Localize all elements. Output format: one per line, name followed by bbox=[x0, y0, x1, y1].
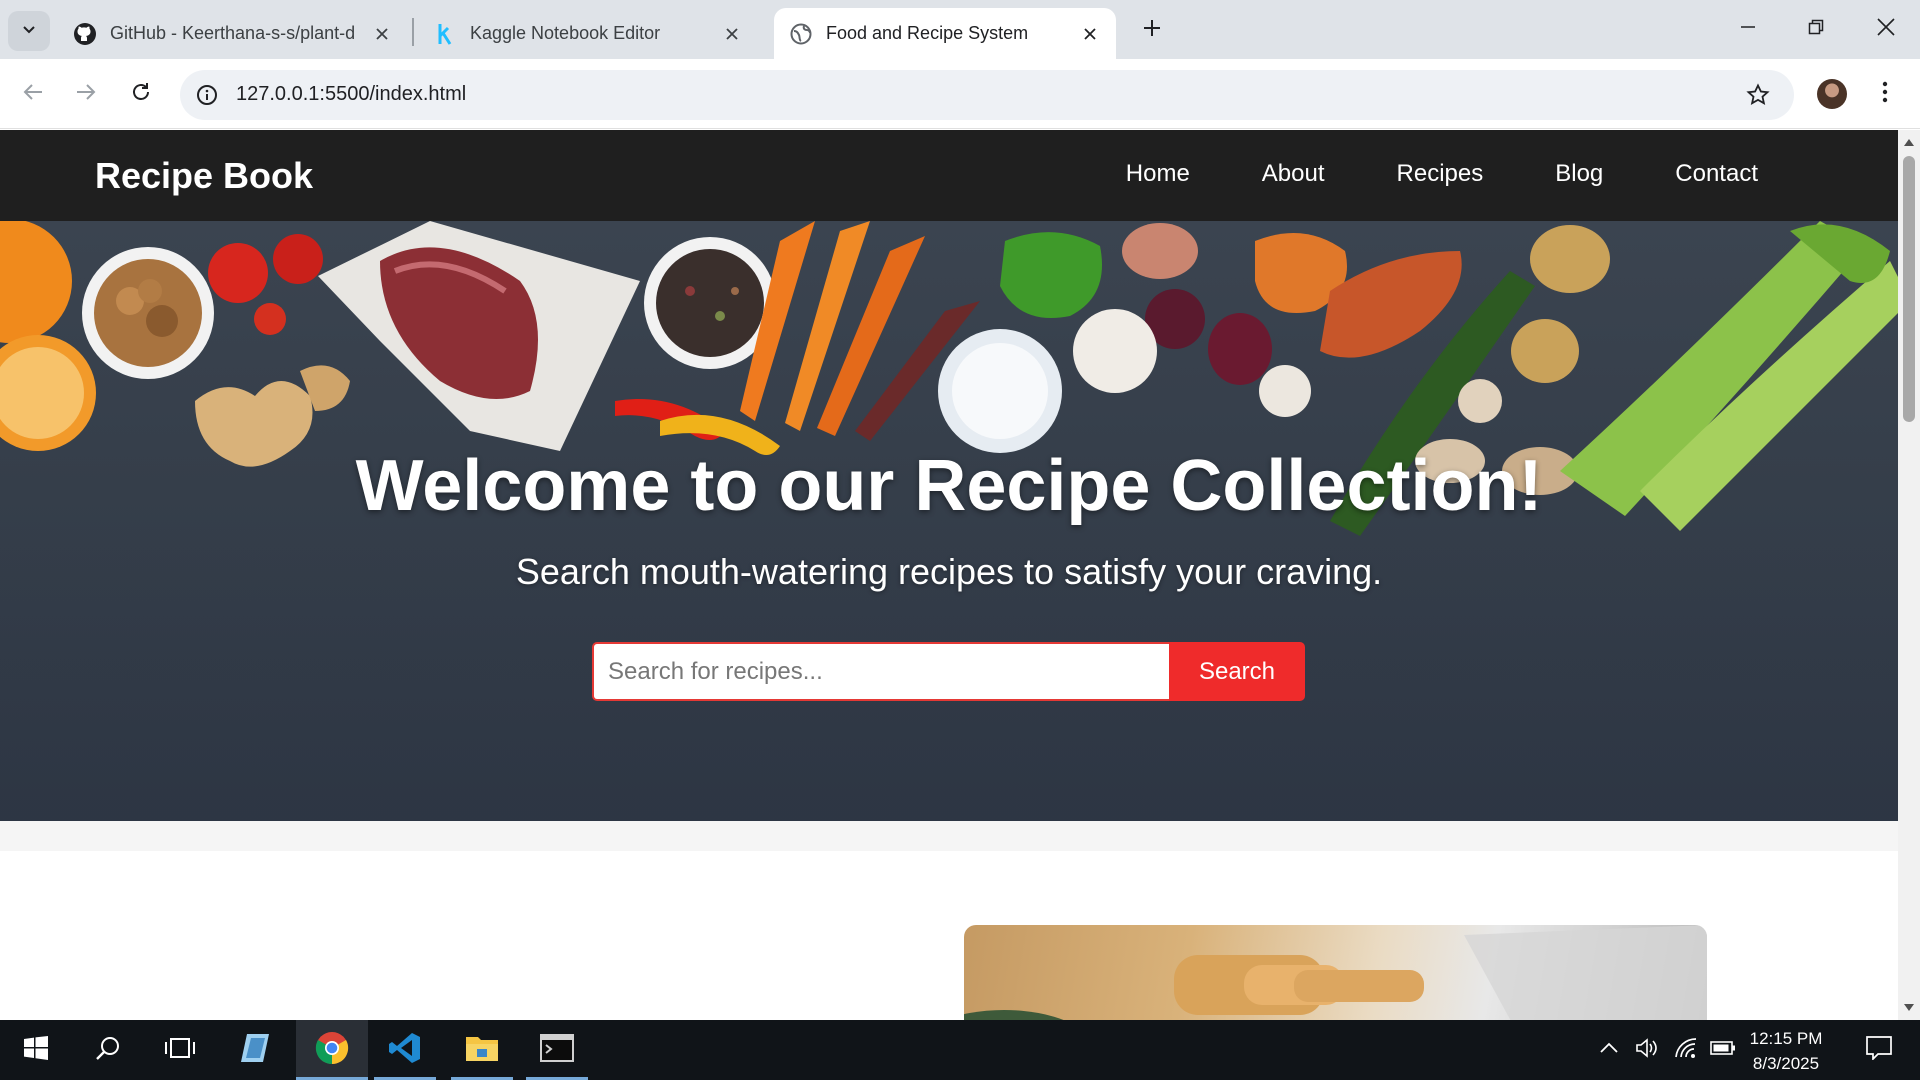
search-button[interactable]: Search bbox=[1169, 642, 1305, 701]
notification-icon bbox=[1866, 1035, 1892, 1065]
windows-taskbar: 12:15 PM 8/3/2025 bbox=[0, 1020, 1920, 1080]
show-hidden-icons[interactable] bbox=[1596, 1020, 1622, 1080]
windows-start-icon bbox=[23, 1035, 49, 1066]
nav-link-recipes[interactable]: Recipes bbox=[1397, 160, 1484, 188]
close-icon[interactable] bbox=[370, 22, 394, 46]
taskbar-file-explorer[interactable] bbox=[451, 1020, 513, 1080]
address-bar[interactable]: 127.0.0.1:5500/index.html bbox=[180, 70, 1794, 120]
kaggle-icon bbox=[432, 21, 458, 47]
site-navbar: Recipe Book Home About Recipes Blog Cont… bbox=[0, 130, 1898, 221]
nav-link-blog[interactable]: Blog bbox=[1555, 160, 1603, 188]
hero-title: Welcome to our Recipe Collection! bbox=[355, 446, 1543, 526]
volume-icon bbox=[1635, 1037, 1659, 1064]
reload-button[interactable] bbox=[121, 74, 161, 114]
restore-icon bbox=[1808, 19, 1824, 40]
tab-kaggle[interactable]: Kaggle Notebook Editor bbox=[418, 8, 758, 59]
terminal-icon bbox=[540, 1033, 574, 1067]
chevron-down-icon bbox=[21, 21, 37, 42]
browser-toolbar: 127.0.0.1:5500/index.html bbox=[0, 59, 1920, 129]
recipe-search-form: Search bbox=[592, 642, 1305, 701]
tab-title: Food and Recipe System bbox=[826, 23, 1029, 43]
more-vert-icon bbox=[1882, 81, 1888, 108]
forward-button[interactable] bbox=[66, 74, 106, 114]
tab-title: GitHub - Keerthana-s-s/plant-d bbox=[110, 23, 356, 43]
reload-icon bbox=[130, 81, 152, 108]
globe-icon bbox=[788, 21, 814, 47]
wifi-icon bbox=[1674, 1037, 1698, 1064]
arrow-right-icon bbox=[75, 81, 97, 108]
tab-github[interactable]: GitHub - Keerthana-s-s/plant-d bbox=[58, 8, 408, 59]
scroll-down-icon[interactable] bbox=[1903, 1002, 1915, 1014]
task-view-icon bbox=[164, 1036, 196, 1065]
close-window-button[interactable] bbox=[1852, 0, 1920, 59]
taskbar-vscode[interactable] bbox=[374, 1020, 436, 1080]
github-icon bbox=[72, 21, 98, 47]
minimize-button[interactable] bbox=[1714, 0, 1782, 59]
tab-food-recipe[interactable]: Food and Recipe System bbox=[774, 8, 1116, 59]
new-tab-button[interactable] bbox=[1132, 10, 1172, 50]
site-logo[interactable]: Recipe Book bbox=[95, 155, 313, 197]
recipe-card-image bbox=[964, 925, 1707, 1020]
tab-separator bbox=[412, 18, 414, 46]
taskbar-terminal[interactable] bbox=[526, 1020, 588, 1080]
arrow-left-icon bbox=[22, 81, 44, 108]
app-icon bbox=[239, 1032, 271, 1069]
file-explorer-icon bbox=[465, 1033, 499, 1068]
close-icon[interactable] bbox=[1078, 22, 1102, 46]
chrome-icon bbox=[315, 1031, 349, 1070]
bookmark-star-icon[interactable] bbox=[1744, 81, 1772, 109]
url-text: 127.0.0.1:5500/index.html bbox=[236, 83, 467, 105]
page-scrollbar[interactable] bbox=[1898, 130, 1920, 1020]
site-nav-links: Home About Recipes Blog Contact bbox=[1054, 160, 1758, 188]
taskbar-app-pinned[interactable] bbox=[224, 1020, 286, 1080]
tab-search-button[interactable] bbox=[8, 11, 50, 51]
clock-date: 8/3/2025 bbox=[1752, 1054, 1820, 1073]
network-button[interactable] bbox=[1670, 1020, 1702, 1080]
taskbar-chrome[interactable] bbox=[296, 1020, 368, 1080]
minimize-icon bbox=[1740, 19, 1756, 40]
close-icon[interactable] bbox=[720, 22, 744, 46]
start-button[interactable] bbox=[5, 1020, 67, 1080]
taskbar-search-button[interactable] bbox=[77, 1020, 139, 1080]
restore-button[interactable] bbox=[1782, 0, 1850, 59]
hero-section: Welcome to our Recipe Collection! Search… bbox=[0, 221, 1898, 821]
volume-button[interactable] bbox=[1632, 1020, 1662, 1080]
search-icon bbox=[95, 1035, 121, 1066]
browser-menu-button[interactable] bbox=[1870, 74, 1900, 114]
nav-link-about[interactable]: About bbox=[1262, 160, 1325, 188]
section-divider bbox=[0, 821, 1898, 851]
scroll-thumb[interactable] bbox=[1903, 156, 1915, 422]
battery-icon bbox=[1710, 1040, 1736, 1060]
profile-avatar[interactable] bbox=[1817, 79, 1847, 109]
page-viewport: Recipe Book Home About Recipes Blog Cont… bbox=[0, 130, 1898, 1020]
recipe-search-input[interactable] bbox=[592, 642, 1169, 701]
chevron-up-icon bbox=[1600, 1041, 1618, 1059]
hero-subtitle: Search mouth-watering recipes to satisfy… bbox=[515, 551, 1383, 592]
vscode-icon bbox=[388, 1031, 422, 1070]
clock-time: 12:15 PM bbox=[1749, 1029, 1823, 1048]
scroll-up-icon[interactable] bbox=[1903, 136, 1915, 148]
task-view-button[interactable] bbox=[149, 1020, 211, 1080]
notification-center-button[interactable] bbox=[1854, 1020, 1904, 1080]
taskbar-clock[interactable]: 12:15 PM 8/3/2025 bbox=[1738, 1026, 1834, 1076]
back-button[interactable] bbox=[13, 74, 53, 114]
plus-icon bbox=[1142, 18, 1162, 43]
nav-link-contact[interactable]: Contact bbox=[1675, 160, 1758, 188]
nav-link-home[interactable]: Home bbox=[1126, 160, 1190, 188]
browser-tab-strip: GitHub - Keerthana-s-s/plant-d Kaggle No… bbox=[0, 0, 1920, 59]
tab-title: Kaggle Notebook Editor bbox=[470, 23, 661, 43]
info-icon[interactable] bbox=[194, 82, 220, 108]
close-icon bbox=[1877, 18, 1895, 41]
battery-button[interactable] bbox=[1708, 1020, 1738, 1080]
